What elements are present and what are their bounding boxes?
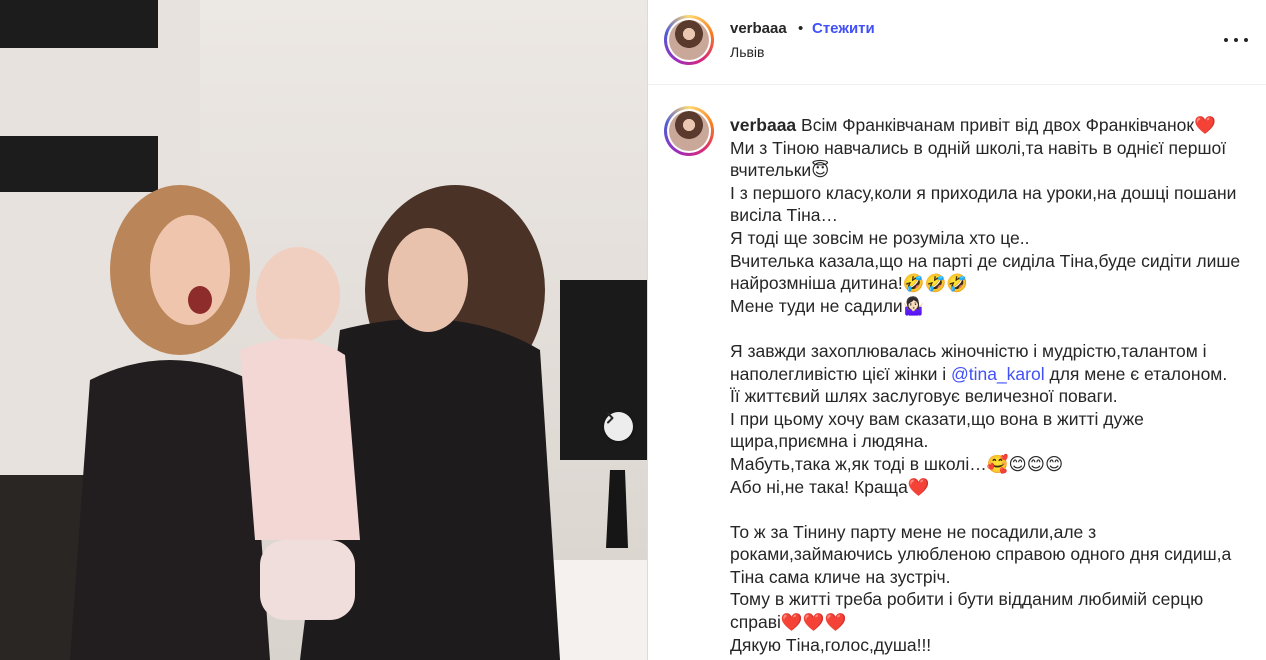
author-username[interactable]: verbaaa	[730, 20, 787, 37]
caption-text-2: для мене є еталоном. Її життєвий шлях за…	[730, 363, 1232, 655]
post-dialog: verbaaa • Стежити Львів verbaaa Всім Фра…	[0, 0, 1266, 660]
dress-left	[70, 360, 270, 660]
more-options-icon[interactable]	[1224, 30, 1248, 50]
avatar-image	[669, 20, 709, 60]
baby-head	[256, 247, 340, 343]
caption-text-1: Всім Франківчанам привіт від двох Франкі…	[730, 115, 1241, 384]
tv-screen	[560, 280, 647, 460]
avatar-image	[669, 111, 709, 151]
post-caption: verbaaa Всім Франківчанам привіт від дво…	[730, 114, 1250, 656]
face-left	[150, 215, 230, 325]
separator-dot: •	[798, 20, 804, 37]
chevron-right-icon	[607, 412, 614, 424]
follow-button[interactable]: Стежити	[812, 20, 875, 37]
photo-illustration	[0, 0, 647, 660]
post-side-panel: verbaaa • Стежити Львів verbaaa Всім Фра…	[648, 0, 1266, 660]
post-header: verbaaa • Стежити Львів	[648, 0, 1266, 85]
post-location[interactable]: Львів	[730, 44, 764, 60]
baby-legs	[260, 540, 355, 620]
author-avatar[interactable]	[664, 15, 714, 65]
next-image-button[interactable]	[604, 412, 633, 441]
blind-top	[0, 0, 158, 48]
caption-avatar[interactable]	[664, 106, 714, 156]
caption-username[interactable]: verbaaa	[730, 115, 796, 135]
blind-middle	[0, 136, 158, 192]
mouth-left	[188, 286, 212, 314]
vase	[606, 470, 628, 548]
baby-outfit	[240, 338, 360, 540]
post-photo[interactable]	[0, 0, 647, 660]
face-right	[388, 228, 468, 332]
caption-mention[interactable]: @tina_karol	[951, 364, 1045, 384]
